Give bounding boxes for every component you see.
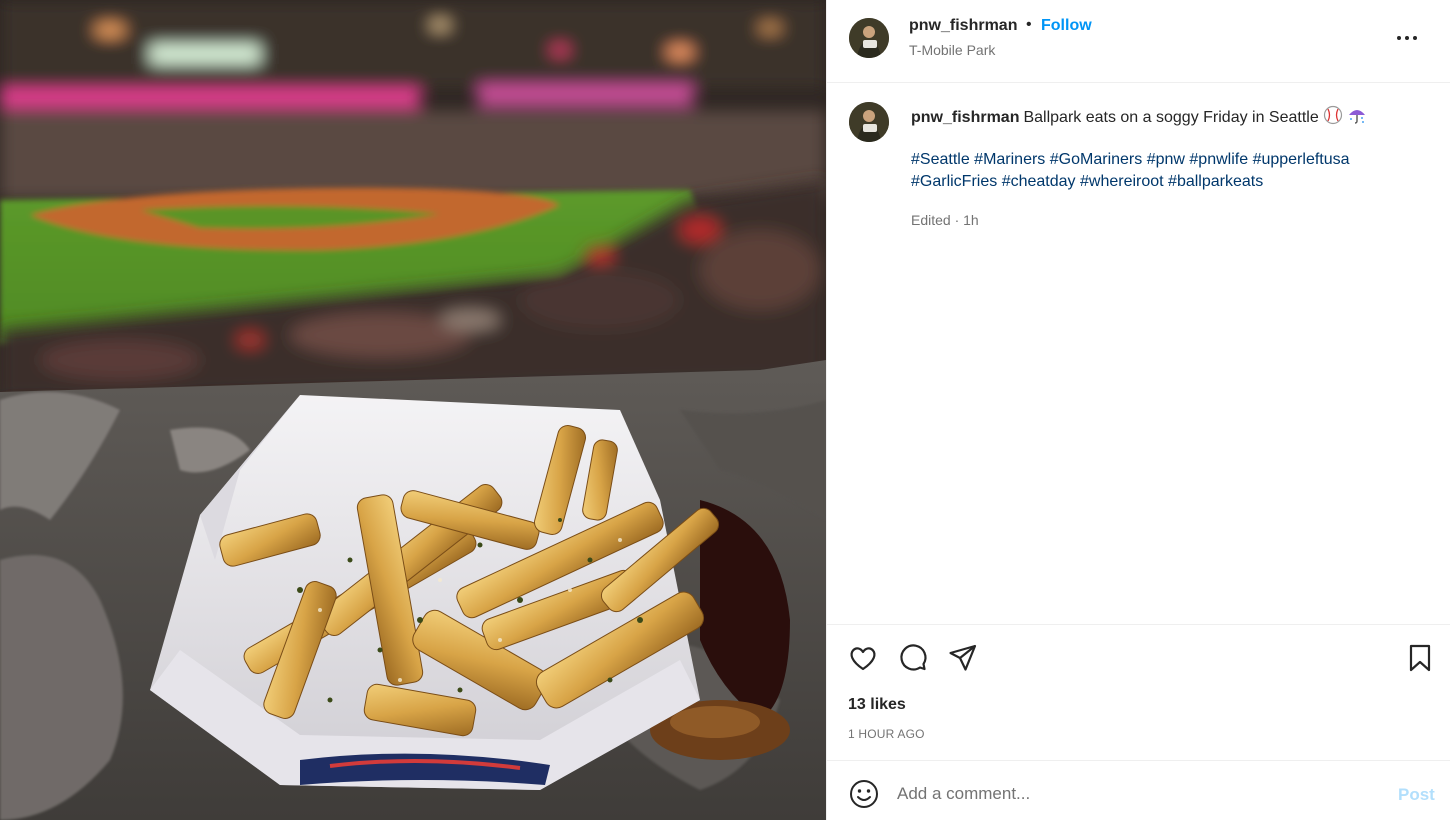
- caption-text-line: pnw_fishrman Ballpark eats on a soggy Fri…: [911, 105, 1431, 132]
- caption-avatar[interactable]: [849, 102, 889, 142]
- hashtag-link[interactable]: #ballparkeats: [1168, 173, 1263, 190]
- avatar-image: [849, 18, 889, 58]
- hashtag-link[interactable]: #cheatday: [1002, 173, 1076, 190]
- post-details-panel: pnw_fishrman • Follow T-Mobile Park pnw_…: [826, 0, 1450, 820]
- comment-box: Post: [827, 760, 1450, 820]
- comment-input[interactable]: [897, 781, 1377, 807]
- more-options-icon[interactable]: [1393, 24, 1421, 52]
- bookmark-icon[interactable]: [1404, 642, 1436, 674]
- likes-count[interactable]: 13 likes: [848, 696, 906, 714]
- hashtag-link[interactable]: #Seattle: [911, 151, 970, 168]
- heart-icon[interactable]: [847, 642, 879, 674]
- baseball-icon: [1323, 105, 1343, 132]
- hashtag-link[interactable]: #GoMariners: [1050, 151, 1142, 168]
- post-photo[interactable]: [0, 0, 826, 820]
- caption-edited-time: Edited · 1h: [911, 212, 979, 228]
- hashtag-list: #Seattle #Mariners #GoMariners #pnw #pnw…: [911, 149, 1431, 193]
- avatar-image: [849, 102, 889, 142]
- comment-icon[interactable]: [897, 642, 929, 674]
- hashtag-link[interactable]: #upperleftusa: [1253, 151, 1350, 168]
- hashtag-link[interactable]: #whereiroot: [1080, 173, 1164, 190]
- header-username[interactable]: pnw_fishrman: [909, 17, 1017, 35]
- umbrella-rain-icon: [1347, 105, 1367, 132]
- post-header: pnw_fishrman • Follow T-Mobile Park: [827, 0, 1450, 83]
- emoji-icon[interactable]: [849, 779, 879, 809]
- post-viewer: pnw_fishrman • Follow T-Mobile Park pnw_…: [0, 0, 1450, 820]
- hashtag-link[interactable]: #pnwlife: [1189, 151, 1248, 168]
- garlic-fries-photo: [0, 0, 826, 820]
- action-bar: 13 likes 1 HOUR AGO: [827, 624, 1450, 760]
- separator-dot: •: [1026, 16, 1032, 33]
- avatar[interactable]: [849, 18, 889, 58]
- hashtag-link[interactable]: #pnw: [1147, 151, 1185, 168]
- hashtag-link[interactable]: #GarlicFries: [911, 173, 997, 190]
- location-link[interactable]: T-Mobile Park: [909, 42, 995, 58]
- caption-username[interactable]: pnw_fishrman: [911, 109, 1019, 126]
- share-icon[interactable]: [947, 642, 979, 674]
- follow-button[interactable]: Follow: [1041, 17, 1092, 35]
- post-comment-button[interactable]: Post: [1398, 785, 1435, 805]
- caption-text: Ballpark eats on a soggy Friday in Seatt…: [1023, 109, 1319, 126]
- post-timestamp: 1 HOUR AGO: [848, 727, 925, 741]
- hashtag-link[interactable]: #Mariners: [974, 151, 1045, 168]
